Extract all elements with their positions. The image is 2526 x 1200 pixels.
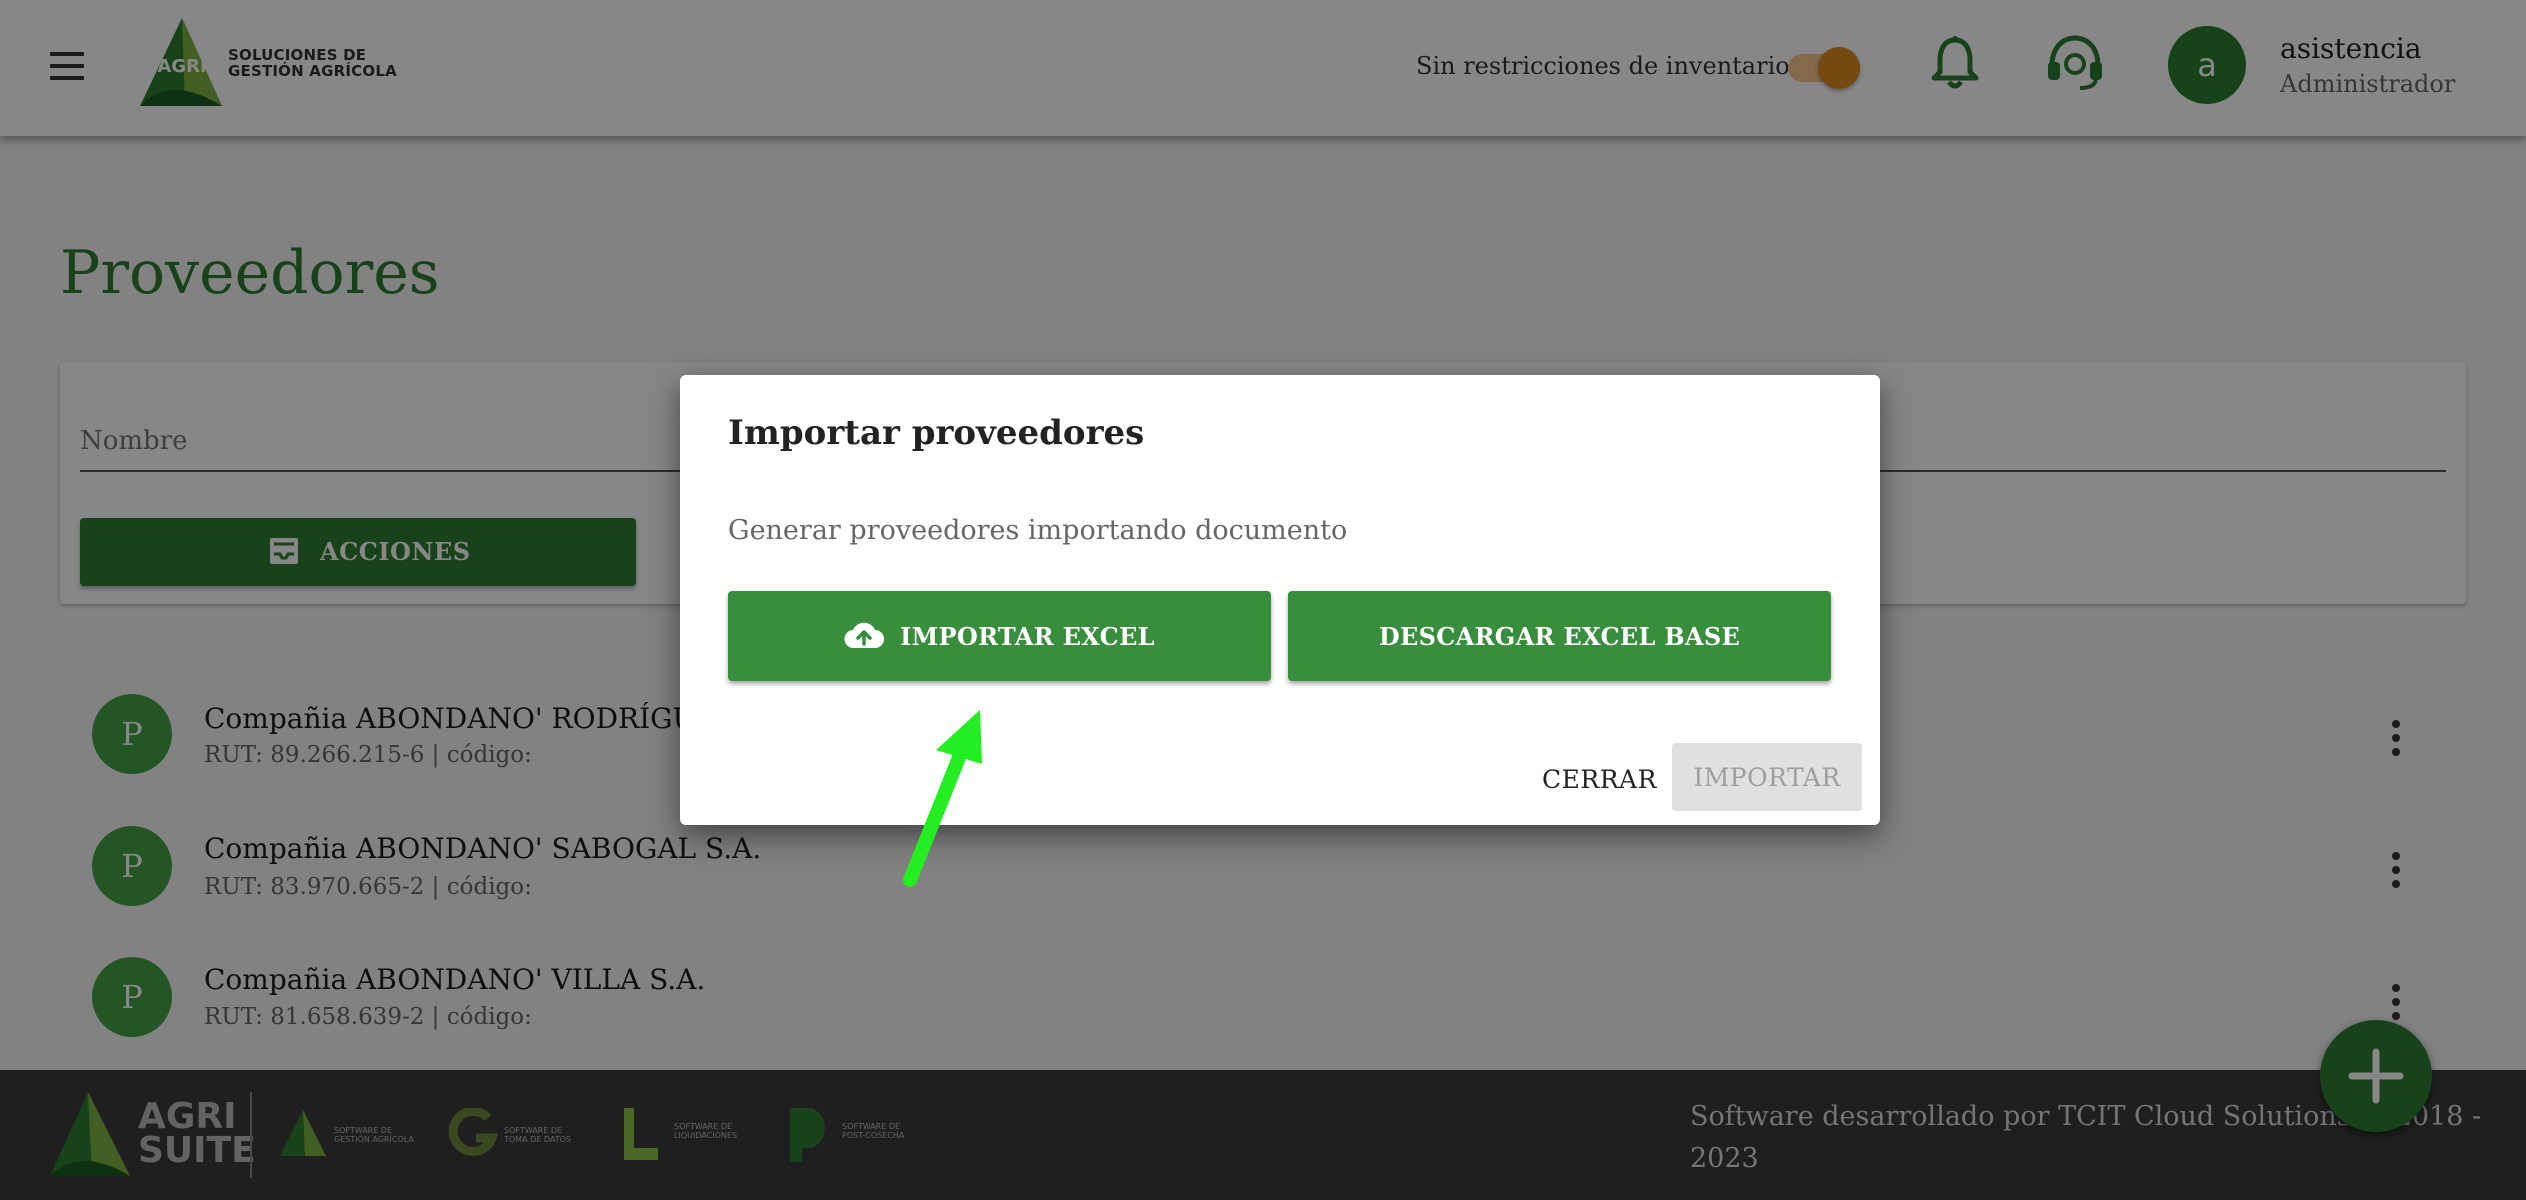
import-excel-button[interactable]: IMPORTAR EXCEL	[728, 591, 1271, 681]
close-button[interactable]: CERRAR	[1542, 765, 1657, 794]
dialog-title: Importar proveedores	[728, 413, 1145, 453]
import-dialog: Importar proveedores Generar proveedores…	[680, 375, 1880, 825]
import-button[interactable]: IMPORTAR	[1672, 743, 1862, 811]
import-excel-label: IMPORTAR EXCEL	[900, 621, 1155, 651]
download-base-excel-button[interactable]: DESCARGAR EXCEL BASE	[1288, 591, 1831, 681]
annotation-arrow-icon	[903, 710, 982, 887]
cloud-upload-icon	[844, 622, 885, 649]
dialog-description: Generar proveedores importando documento	[728, 515, 1348, 546]
download-base-excel-label: DESCARGAR EXCEL BASE	[1378, 621, 1741, 651]
